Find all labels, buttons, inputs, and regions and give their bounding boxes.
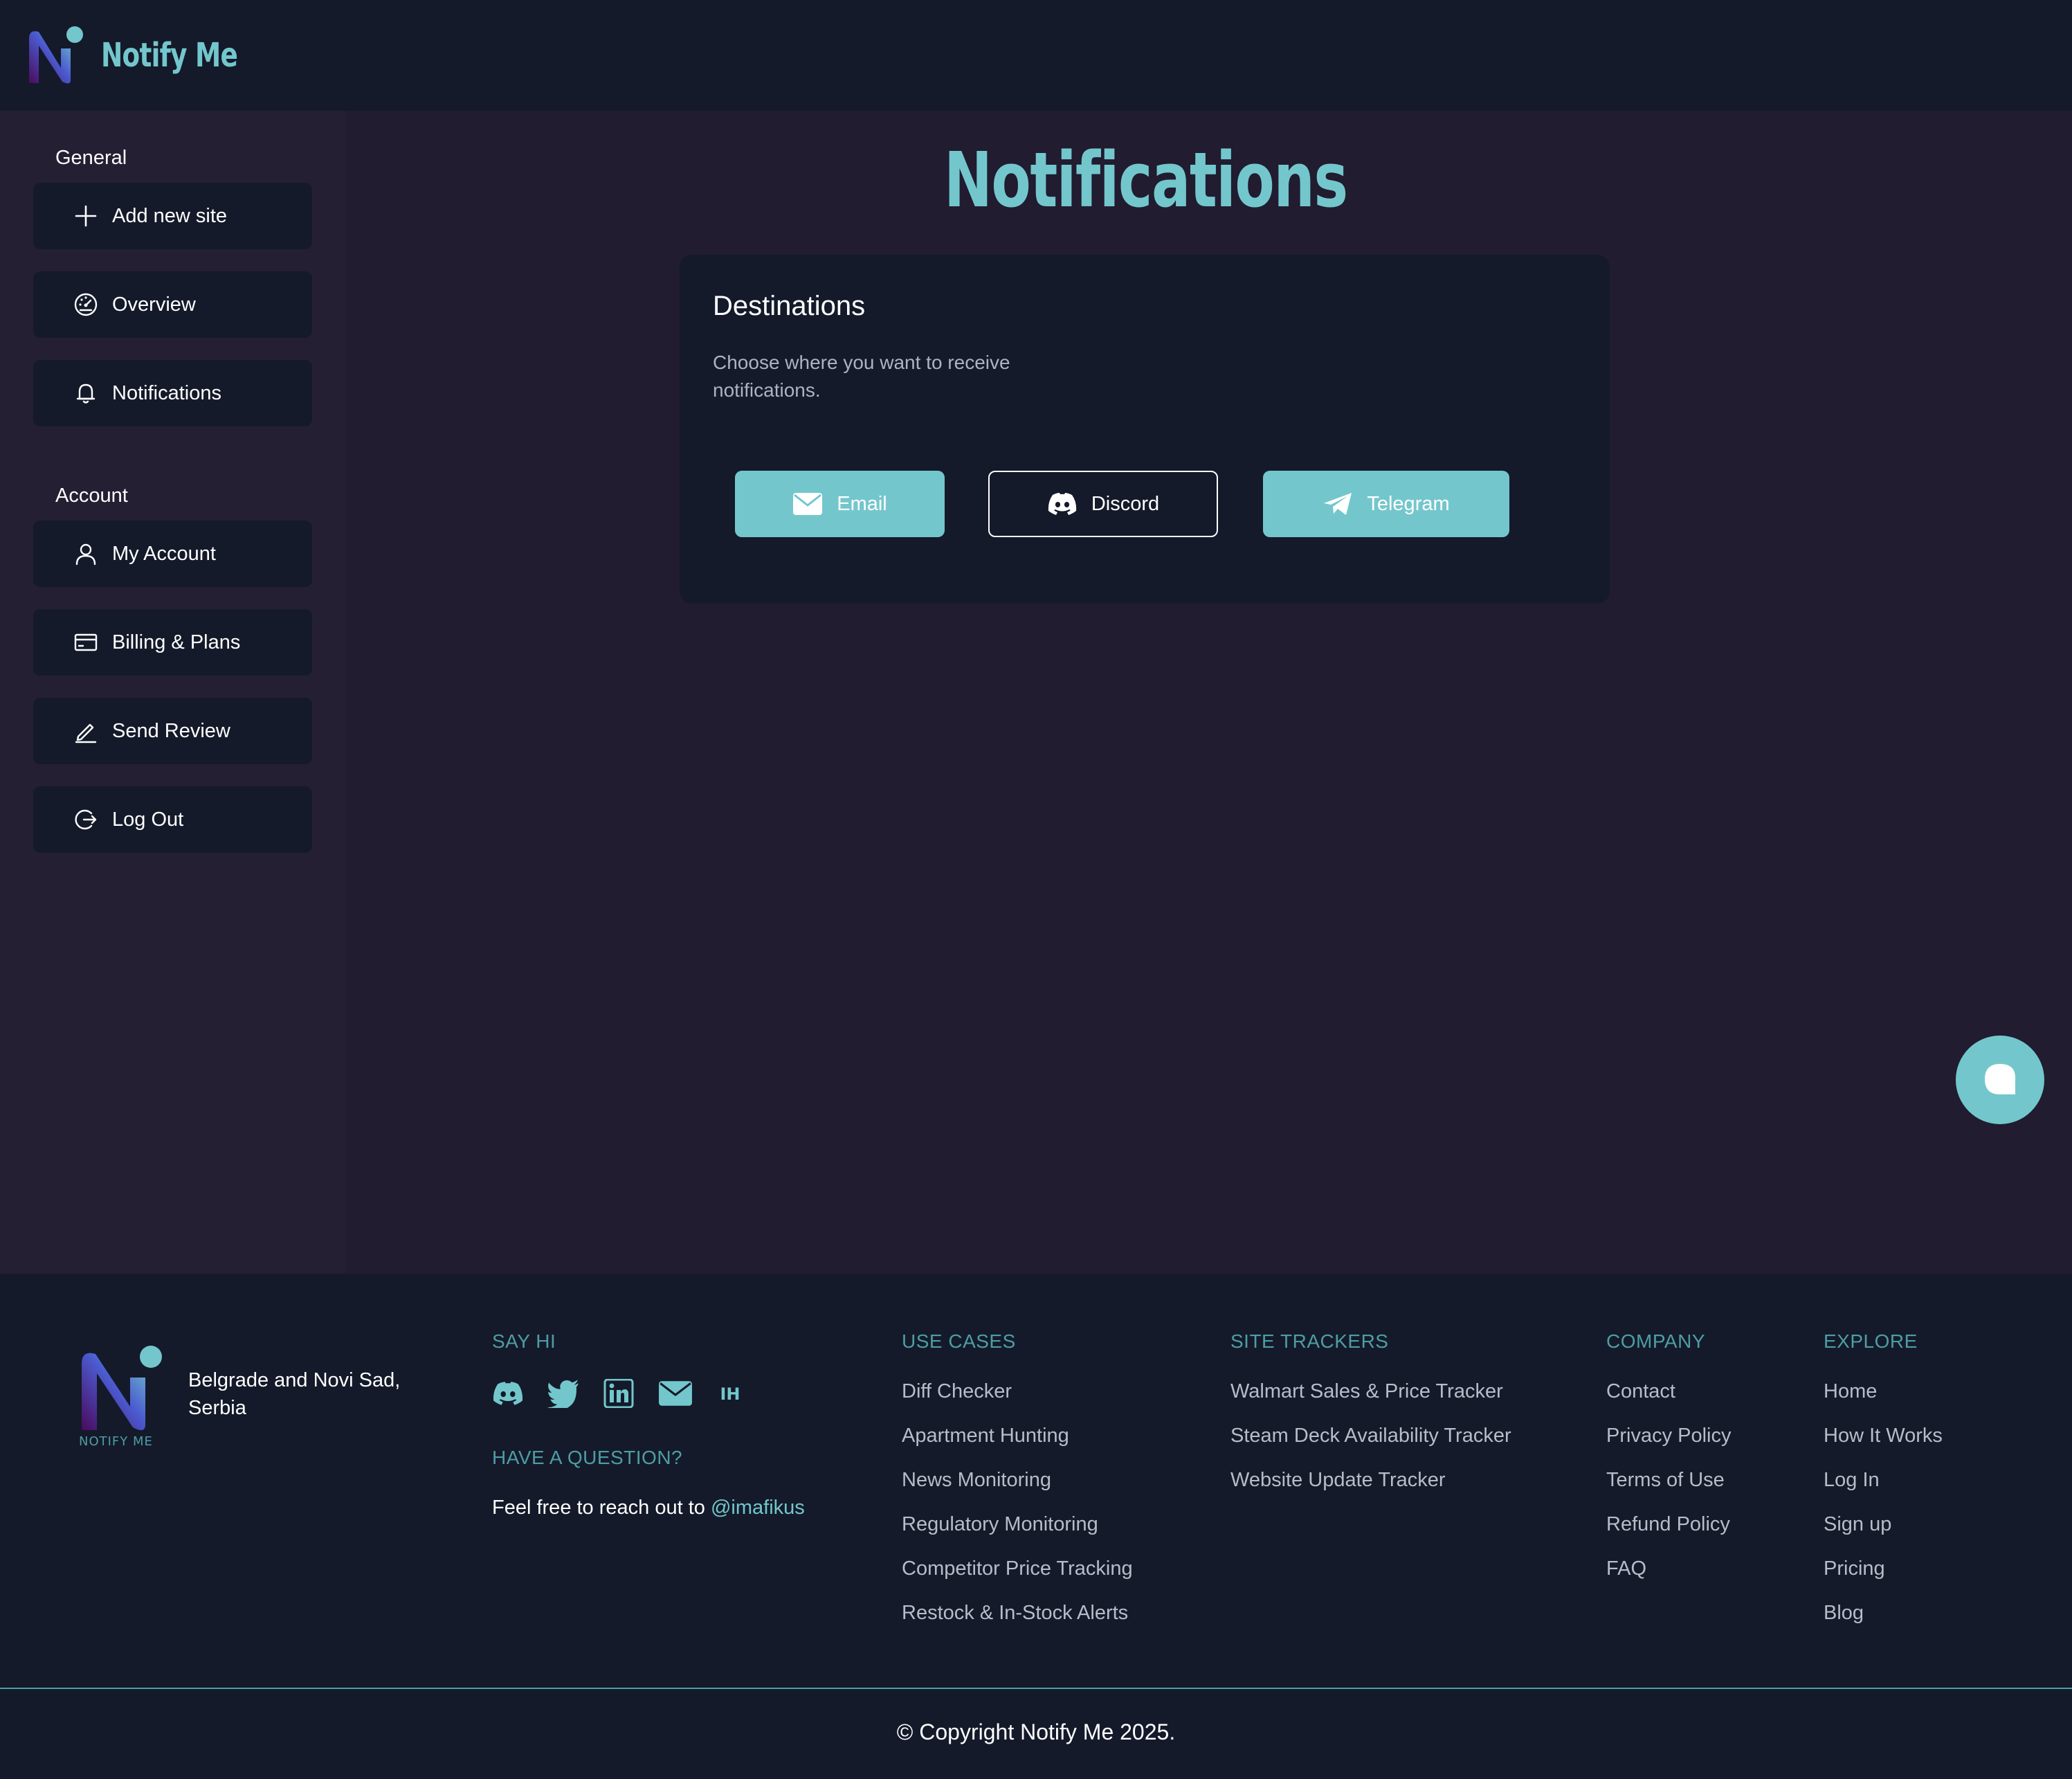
footer-link[interactable]: Walmart Sales & Price Tracker	[1230, 1380, 1503, 1402]
destinations-card: Destinations Choose where you want to re…	[680, 255, 1610, 604]
plus-icon	[75, 205, 97, 227]
footer-link[interactable]: Diff Checker	[902, 1380, 1012, 1402]
footer-link[interactable]: Pricing	[1824, 1557, 1885, 1580]
footer-link[interactable]: Competitor Price Tracking	[902, 1557, 1133, 1580]
sidebar-item-add-new-site[interactable]: Add new site	[33, 183, 312, 249]
footer-link[interactable]: Sign up	[1824, 1513, 1891, 1535]
footer-link[interactable]: Restock & In-Stock Alerts	[902, 1602, 1128, 1624]
discord-icon	[1048, 493, 1076, 515]
footer-link[interactable]: Regulatory Monitoring	[902, 1513, 1098, 1535]
user-icon	[75, 543, 96, 566]
envelope-icon	[793, 493, 823, 515]
footer-logo-icon: NOTIFY ME	[79, 1346, 162, 1447]
sidebar-item-label: Log Out	[112, 808, 184, 831]
discord-icon[interactable]	[492, 1379, 524, 1408]
sidebar-item-my-account[interactable]: My Account	[33, 521, 312, 587]
sidebar-item-label: My Account	[112, 542, 216, 565]
gauge-icon	[74, 293, 98, 316]
sidebar-item-label: Notifications	[112, 381, 221, 404]
twitter-handle-link[interactable]: @imafikus	[711, 1497, 805, 1519]
company-list: Contact Privacy Policy Terms of Use Refu…	[1606, 1380, 1732, 1602]
notify-me-logo-icon	[29, 26, 83, 84]
telegram-button-label: Telegram	[1367, 492, 1450, 515]
footer-link[interactable]: News Monitoring	[902, 1469, 1051, 1491]
email-button-label: Email	[837, 492, 887, 515]
brand-link[interactable]: Notify Me	[26, 25, 276, 86]
sidebar-item-billing-plans[interactable]: Billing & Plans	[33, 609, 312, 676]
credit-card-icon	[74, 633, 98, 651]
explore-heading: EXPLORE	[1824, 1330, 1918, 1352]
logout-icon	[75, 809, 97, 830]
envelope-icon[interactable]	[658, 1379, 693, 1408]
telegram-icon	[1324, 493, 1352, 515]
discord-button-label: Discord	[1091, 492, 1160, 515]
bell-icon	[76, 383, 96, 404]
say-hi-heading: SAY HI	[492, 1330, 556, 1352]
footer-link[interactable]: Refund Policy	[1606, 1513, 1730, 1535]
question-heading: HAVE A QUESTION?	[492, 1447, 683, 1468]
sidebar-item-overview[interactable]: Overview	[33, 271, 312, 338]
footer-link[interactable]: Website Update Tracker	[1230, 1469, 1446, 1491]
footer-link[interactable]: Terms of Use	[1606, 1469, 1725, 1491]
telegram-button[interactable]: Telegram	[1263, 471, 1509, 537]
sidebar-item-label: Billing & Plans	[112, 631, 241, 653]
company-heading: COMPANY	[1606, 1330, 1705, 1352]
footer-logo-text: NOTIFY ME	[79, 1434, 153, 1447]
footer-link[interactable]: Steam Deck Availability Tracker	[1230, 1425, 1511, 1447]
footer-link[interactable]: Privacy Policy	[1606, 1425, 1732, 1447]
footer-link[interactable]: How It Works	[1824, 1425, 1943, 1447]
sidebar-item-label: Add new site	[112, 204, 228, 227]
footer-address: Belgrade and Novi Sad, Serbia	[188, 1369, 401, 1419]
indiehackers-text: IH	[720, 1384, 740, 1404]
use-cases-list: Diff Checker Apartment Hunting News Moni…	[902, 1380, 1133, 1646]
copyright-bar: © Copyright Notify Me 2025.	[0, 1689, 2072, 1779]
footer-link[interactable]: Log In	[1824, 1469, 1880, 1491]
chat-widget-button[interactable]	[1956, 1036, 2044, 1124]
explore-list: Home How It Works Log In Sign up Pricing…	[1824, 1380, 1943, 1646]
use-cases-heading: USE CASES	[902, 1330, 1016, 1352]
social-links: IH	[492, 1379, 767, 1408]
footer-link[interactable]: Home	[1824, 1380, 1877, 1402]
indiehackers-icon[interactable]: IH	[716, 1379, 744, 1408]
card-title: Destinations	[713, 291, 866, 321]
sidebar: General Add new site Overview Notificati…	[0, 111, 346, 1274]
top-bar: Notify Me	[0, 0, 2072, 111]
footer-link[interactable]: Apartment Hunting	[902, 1425, 1069, 1447]
footer-link[interactable]: Blog	[1824, 1602, 1864, 1624]
sidebar-section-account: Account	[55, 485, 128, 507]
sidebar-section-general: General	[55, 147, 127, 169]
brand-name: Notify Me	[101, 36, 238, 75]
copyright-text: © Copyright Notify Me 2025.	[896, 1719, 1176, 1744]
page-title: Notifications	[943, 136, 1348, 224]
card-description: Choose where you want to receive notific…	[713, 352, 1010, 401]
twitter-icon[interactable]	[547, 1379, 579, 1408]
sidebar-item-label: Send Review	[112, 719, 230, 742]
linkedin-icon[interactable]	[603, 1379, 635, 1408]
sidebar-item-log-out[interactable]: Log Out	[33, 786, 312, 853]
footer-link[interactable]: FAQ	[1606, 1557, 1646, 1580]
email-button[interactable]: Email	[735, 471, 945, 537]
site-trackers-list: Walmart Sales & Price Tracker Steam Deck…	[1230, 1380, 1511, 1513]
discord-button[interactable]: Discord	[988, 471, 1218, 537]
sidebar-item-send-review[interactable]: Send Review	[33, 698, 312, 764]
pen-icon	[75, 723, 97, 743]
sidebar-item-notifications[interactable]: Notifications	[33, 360, 312, 426]
footer-link[interactable]: Contact	[1606, 1380, 1675, 1402]
chat-bubble-icon	[1985, 1064, 2015, 1094]
question-text: Feel free to reach out to @imafikus	[492, 1497, 805, 1519]
site-trackers-heading: SITE TRACKERS	[1230, 1330, 1389, 1352]
sidebar-item-label: Overview	[112, 293, 196, 316]
